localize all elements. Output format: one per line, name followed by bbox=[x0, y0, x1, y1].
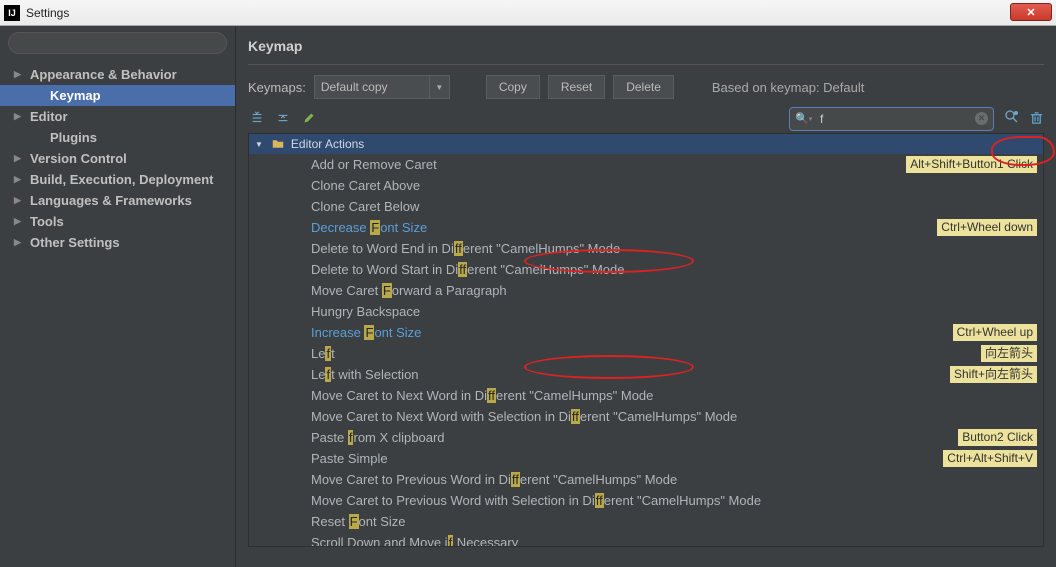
action-label: Decrease Font Size bbox=[311, 220, 427, 235]
shortcut-badge: Ctrl+Wheel up bbox=[953, 324, 1037, 341]
sidebar-item-label: Languages & Frameworks bbox=[30, 193, 192, 208]
action-row[interactable]: Increase Font Size Ctrl+Wheel up bbox=[249, 322, 1043, 343]
keymaps-label: Keymaps: bbox=[248, 80, 306, 95]
action-search-input[interactable] bbox=[789, 107, 994, 131]
titlebar: IJ Settings bbox=[0, 0, 1056, 26]
sidebar-item-other-settings[interactable]: ▶ Other Settings bbox=[0, 232, 235, 253]
disclosure-icon: ▼ bbox=[255, 140, 263, 149]
sidebar-item-keymap[interactable]: Keymap bbox=[0, 85, 235, 106]
sidebar-item-label: Version Control bbox=[30, 151, 127, 166]
trash-icon[interactable] bbox=[1028, 109, 1044, 125]
keymaps-dropdown[interactable]: Default copy ▼ bbox=[314, 75, 450, 99]
action-row[interactable]: Move Caret to Next Word in Different "Ca… bbox=[249, 385, 1043, 406]
shortcut-badge: Button2 Click bbox=[958, 429, 1037, 446]
action-label: Increase Font Size bbox=[311, 325, 421, 340]
folder-icon bbox=[271, 138, 285, 150]
copy-button[interactable]: Copy bbox=[486, 75, 540, 99]
action-label: Move Caret to Previous Word with Selecti… bbox=[311, 493, 761, 508]
action-row[interactable]: Left 向左箭头 bbox=[249, 343, 1043, 364]
sidebar-search-input[interactable] bbox=[8, 32, 227, 54]
chevron-right-icon: ▶ bbox=[14, 216, 24, 227]
action-row[interactable]: Scroll Down and Move if Necessary bbox=[249, 532, 1043, 547]
shortcut-badge: Shift+向左箭头 bbox=[950, 366, 1037, 383]
sidebar-item-tools[interactable]: ▶ Tools bbox=[0, 211, 235, 232]
delete-button[interactable]: Delete bbox=[613, 75, 674, 99]
keymaps-selected: Default copy bbox=[321, 80, 388, 94]
chevron-right-icon: ▶ bbox=[14, 174, 24, 185]
action-row[interactable]: Move Caret to Previous Word in Different… bbox=[249, 469, 1043, 490]
action-label: Move Caret to Previous Word in Different… bbox=[311, 472, 677, 487]
sidebar-item-editor[interactable]: ▶ Editor bbox=[0, 106, 235, 127]
action-label: Delete to Word End in Different "CamelHu… bbox=[311, 241, 620, 256]
action-label: Clone Caret Above bbox=[311, 178, 420, 193]
page-title: Keymap bbox=[236, 26, 1056, 58]
action-row[interactable]: Clone Caret Above bbox=[249, 175, 1043, 196]
sidebar-item-label: Tools bbox=[30, 214, 64, 229]
sidebar-item-appearance-behavior[interactable]: ▶ Appearance & Behavior bbox=[0, 64, 235, 85]
action-row[interactable]: Delete to Word Start in Different "Camel… bbox=[249, 259, 1043, 280]
find-by-shortcut-icon[interactable] bbox=[1004, 109, 1020, 125]
action-label: Move Caret Forward a Paragraph bbox=[311, 283, 507, 298]
chevron-right-icon: ▶ bbox=[14, 69, 24, 80]
sidebar-item-languages-frameworks[interactable]: ▶ Languages & Frameworks bbox=[0, 190, 235, 211]
shortcut-badge: Ctrl+Alt+Shift+V bbox=[943, 450, 1037, 467]
expand-all-icon[interactable] bbox=[248, 109, 266, 127]
sidebar-item-label: Plugins bbox=[50, 130, 97, 145]
app-icon: IJ bbox=[4, 5, 20, 21]
action-row[interactable]: Move Caret to Previous Word with Selecti… bbox=[249, 490, 1043, 511]
sidebar-item-label: Other Settings bbox=[30, 235, 120, 250]
action-row[interactable]: Reset Font Size bbox=[249, 511, 1043, 532]
reset-button[interactable]: Reset bbox=[548, 75, 605, 99]
shortcut-badge: Ctrl+Wheel down bbox=[937, 219, 1037, 236]
action-label: Add or Remove Caret bbox=[311, 157, 437, 172]
based-on-label: Based on keymap: Default bbox=[712, 80, 864, 95]
sidebar-item-label: Build, Execution, Deployment bbox=[30, 172, 213, 187]
action-label: Move Caret to Next Word with Selection i… bbox=[311, 409, 737, 424]
action-label: Clone Caret Below bbox=[311, 199, 419, 214]
action-label: Paste from X clipboard bbox=[311, 430, 445, 445]
window-close-button[interactable] bbox=[1010, 3, 1052, 21]
action-row[interactable]: Paste Simple Ctrl+Alt+Shift+V bbox=[249, 448, 1043, 469]
action-label: Move Caret to Next Word in Different "Ca… bbox=[311, 388, 653, 403]
edit-icon[interactable] bbox=[300, 109, 318, 127]
action-group-label: Editor Actions bbox=[291, 137, 364, 151]
action-row[interactable]: Paste from X clipboard Button2 Click bbox=[249, 427, 1043, 448]
action-row[interactable]: Clone Caret Below bbox=[249, 196, 1043, 217]
sidebar-item-label: Editor bbox=[30, 109, 68, 124]
shortcut-badge: Alt+Shift+Button1 Click bbox=[906, 156, 1037, 173]
chevron-right-icon: ▶ bbox=[14, 195, 24, 206]
clear-search-icon[interactable]: ✕ bbox=[975, 112, 988, 125]
action-label: Left bbox=[311, 346, 335, 361]
chevron-right-icon: ▶ bbox=[14, 153, 24, 164]
action-group-header[interactable]: ▼ Editor Actions bbox=[249, 134, 1043, 154]
search-icon: 🔍▾ bbox=[795, 112, 812, 125]
action-label: Delete to Word Start in Different "Camel… bbox=[311, 262, 625, 277]
action-label: Left with Selection bbox=[311, 367, 419, 382]
action-row[interactable]: Decrease Font Size Ctrl+Wheel down bbox=[249, 217, 1043, 238]
window-title: Settings bbox=[26, 6, 69, 20]
action-row[interactable]: Add or Remove Caret Alt+Shift+Button1 Cli… bbox=[249, 154, 1043, 175]
sidebar-item-label: Keymap bbox=[50, 88, 101, 103]
action-label: Paste Simple bbox=[311, 451, 388, 466]
action-row[interactable]: Hungry Backspace bbox=[249, 301, 1043, 322]
action-row[interactable]: Move Caret Forward a Paragraph bbox=[249, 280, 1043, 301]
collapse-all-icon[interactable] bbox=[274, 109, 292, 127]
sidebar-item-version-control[interactable]: ▶ Version Control bbox=[0, 148, 235, 169]
settings-sidebar: ▶ Appearance & Behavior Keymap ▶ Editor Plugi… bbox=[0, 26, 236, 567]
chevron-right-icon: ▶ bbox=[14, 237, 24, 248]
action-row[interactable]: Left with Selection Shift+向左箭头 bbox=[249, 364, 1043, 385]
action-label: Scroll Down and Move if Necessary bbox=[311, 535, 518, 547]
divider bbox=[248, 64, 1044, 65]
action-tree[interactable]: ▼ Editor Actions Add or Remove Caret Alt+… bbox=[248, 133, 1044, 547]
action-row[interactable]: Move Caret to Next Word with Selection i… bbox=[249, 406, 1043, 427]
chevron-down-icon: ▼ bbox=[429, 76, 449, 98]
action-label: Hungry Backspace bbox=[311, 304, 420, 319]
sidebar-item-plugins[interactable]: Plugins bbox=[0, 127, 235, 148]
action-label: Reset Font Size bbox=[311, 514, 406, 529]
chevron-right-icon: ▶ bbox=[14, 111, 24, 122]
sidebar-item-build-execution-deployment[interactable]: ▶ Build, Execution, Deployment bbox=[0, 169, 235, 190]
sidebar-item-label: Appearance & Behavior bbox=[30, 67, 177, 82]
action-row[interactable]: Delete to Word End in Different "CamelHu… bbox=[249, 238, 1043, 259]
shortcut-badge: 向左箭头 bbox=[981, 345, 1037, 362]
